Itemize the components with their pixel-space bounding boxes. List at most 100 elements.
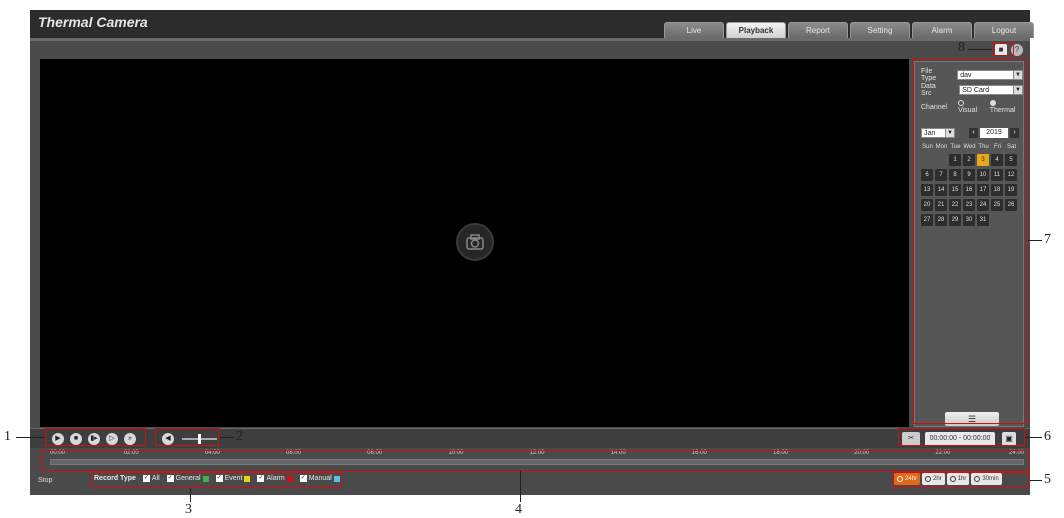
clip-icon[interactable]: ✂ bbox=[902, 432, 920, 446]
tab-setting[interactable]: Setting bbox=[850, 22, 910, 38]
weekday-label: Thu bbox=[978, 144, 989, 150]
next-year-button[interactable]: › bbox=[1010, 128, 1019, 138]
weekday-label: Fri bbox=[994, 144, 1001, 150]
timeline-tick-label: 10:00 bbox=[448, 450, 464, 456]
month-select[interactable]: Jan ▼ bbox=[921, 128, 955, 138]
file-type-select[interactable]: dav ▼ bbox=[957, 70, 1023, 80]
calendar-day[interactable]: 15 bbox=[949, 184, 961, 196]
calendar-day[interactable]: 13 bbox=[921, 184, 933, 196]
record-type-general[interactable]: ✓ General bbox=[166, 475, 209, 482]
calendar-day[interactable]: 2 bbox=[963, 154, 975, 166]
zoom-label: 30min bbox=[982, 476, 999, 482]
record-type-event[interactable]: ✓ Event bbox=[215, 475, 251, 482]
weekday-label: Sun bbox=[922, 144, 933, 150]
prev-year-button[interactable]: ‹ bbox=[969, 128, 978, 138]
checkbox-checked-icon[interactable]: ✓ bbox=[257, 475, 265, 482]
timeline-tick-label: 18:00 bbox=[772, 450, 789, 456]
calendar-day[interactable]: 10 bbox=[977, 169, 989, 181]
calendar-day[interactable]: 22 bbox=[949, 199, 961, 211]
calendar-day[interactable]: 31 bbox=[977, 214, 989, 226]
calendar-day[interactable]: 28 bbox=[935, 214, 947, 226]
slow-play-icon[interactable]: ▷ bbox=[106, 433, 118, 445]
file-list-button[interactable]: ☰ bbox=[945, 412, 999, 426]
stop-icon[interactable]: ■ bbox=[70, 433, 82, 445]
calendar-day[interactable]: 24 bbox=[977, 199, 989, 211]
calendar-day[interactable]: 20 bbox=[921, 199, 933, 211]
fullscreen-icon[interactable]: ■ bbox=[995, 44, 1007, 56]
zoom-1hr[interactable]: 1hr bbox=[946, 473, 970, 485]
calendar-day[interactable]: 12 bbox=[1005, 169, 1017, 181]
calendar-day[interactable]: 9 bbox=[963, 169, 975, 181]
calendar-day[interactable]: 29 bbox=[949, 214, 961, 226]
calendar-day[interactable]: 11 bbox=[991, 169, 1003, 181]
tab-live[interactable]: Live bbox=[664, 22, 724, 38]
calendar-day[interactable]: 4 bbox=[991, 154, 1003, 166]
calendar-day[interactable]: 16 bbox=[963, 184, 975, 196]
calendar-day[interactable]: 6 bbox=[921, 169, 933, 181]
callout-5: 5 bbox=[1044, 472, 1051, 487]
help-icon[interactable]: ? bbox=[1011, 44, 1023, 56]
callout-6: 6 bbox=[1044, 429, 1051, 444]
timeline-track[interactable] bbox=[50, 459, 1024, 465]
data-src-select[interactable]: SD Card ▼ bbox=[959, 85, 1023, 95]
volume-slider-handle[interactable] bbox=[198, 434, 201, 444]
timeline-tick-label: 16:00 bbox=[691, 450, 707, 456]
month-value: Jan bbox=[924, 130, 936, 137]
color-swatch bbox=[286, 475, 293, 482]
checkbox-checked-icon[interactable]: ✓ bbox=[299, 475, 307, 482]
tab-playback[interactable]: Playback bbox=[726, 22, 786, 38]
calendar-day[interactable]: 26 bbox=[1005, 199, 1017, 211]
tab-logout[interactable]: Logout bbox=[974, 22, 1034, 38]
calendar-grid: 1 2 3 4 5 6 7 8 9 10 11 12 13 14 15 16 17 18 19 20 21 22 23 24 2… bbox=[921, 154, 1018, 226]
calendar-day[interactable]: 14 bbox=[935, 184, 947, 196]
timeline-ticks: 00:00 02:00 04:00 06:00 08:00 10:00 12:00 14:00… bbox=[50, 450, 1024, 458]
calendar-day[interactable]: 27 bbox=[921, 214, 933, 226]
color-swatch bbox=[333, 475, 340, 482]
fast-play-icon[interactable]: » bbox=[124, 433, 136, 445]
chevron-down-icon: ▼ bbox=[1013, 86, 1022, 94]
checkbox-checked-icon[interactable]: ✓ bbox=[166, 475, 174, 482]
checkbox-checked-icon[interactable]: ✓ bbox=[215, 475, 223, 482]
calendar-day[interactable]: 19 bbox=[1005, 184, 1017, 196]
weekday-label: Sat bbox=[1006, 144, 1016, 150]
tab-report[interactable]: Report bbox=[788, 22, 848, 38]
zoom-30min[interactable]: 30min bbox=[971, 473, 1002, 485]
next-frame-icon[interactable]: ▮▸ bbox=[88, 433, 100, 445]
volume-icon[interactable]: ◀ bbox=[162, 433, 174, 445]
calendar-day[interactable]: 23 bbox=[963, 199, 975, 211]
calendar-day[interactable]: 5 bbox=[1005, 154, 1017, 166]
calendar-day[interactable]: 21 bbox=[935, 199, 947, 211]
calendar-day[interactable]: 3 bbox=[977, 154, 989, 166]
timeline-tick-label: 14:00 bbox=[610, 450, 626, 456]
weekday-label: Tue bbox=[950, 144, 961, 150]
calendar-day[interactable]: 7 bbox=[935, 169, 947, 181]
tab-alarm[interactable]: Alarm bbox=[912, 22, 972, 38]
zoom-2hr[interactable]: 2hr bbox=[922, 473, 945, 485]
playback-page: Thermal Camera Live Playback Report Sett… bbox=[30, 10, 1034, 495]
calendar-day[interactable]: 8 bbox=[949, 169, 961, 181]
zoom-24hr[interactable]: 24hr bbox=[894, 473, 921, 485]
chevron-down-icon: ▼ bbox=[1013, 71, 1022, 79]
calendar-day[interactable]: 25 bbox=[991, 199, 1003, 211]
channel-visual-radio[interactable]: Visual bbox=[958, 100, 985, 114]
callout-8: 8 bbox=[958, 40, 965, 55]
timeline-zoom: 24hr 2hr 1hr 30min bbox=[894, 473, 1002, 485]
calendar-day[interactable]: 18 bbox=[991, 184, 1003, 196]
checkbox-checked-icon[interactable]: ✓ bbox=[142, 475, 150, 482]
record-type-manual[interactable]: ✓ Manual bbox=[299, 475, 340, 482]
app-title: Thermal Camera bbox=[38, 14, 148, 30]
play-icon[interactable]: ▶ bbox=[52, 433, 64, 445]
color-swatch bbox=[244, 475, 251, 482]
calendar-day[interactable]: 17 bbox=[977, 184, 989, 196]
tab-divider bbox=[30, 38, 1030, 41]
channel-thermal-radio[interactable]: Thermal bbox=[989, 100, 1023, 114]
callout-7: 7 bbox=[1044, 232, 1051, 247]
record-type-all[interactable]: ✓ All bbox=[142, 475, 160, 482]
calendar-day[interactable]: 30 bbox=[963, 214, 975, 226]
video-window[interactable] bbox=[40, 59, 909, 427]
timeline[interactable]: 00:00 02:00 04:00 06:00 08:00 10:00 12:00 14:00… bbox=[40, 450, 1030, 468]
calendar-day[interactable]: 1 bbox=[949, 154, 961, 166]
callout-2: 2 bbox=[236, 429, 243, 444]
record-type-alarm[interactable]: ✓ Alarm bbox=[257, 475, 293, 482]
download-icon[interactable]: ▣ bbox=[1002, 432, 1016, 446]
